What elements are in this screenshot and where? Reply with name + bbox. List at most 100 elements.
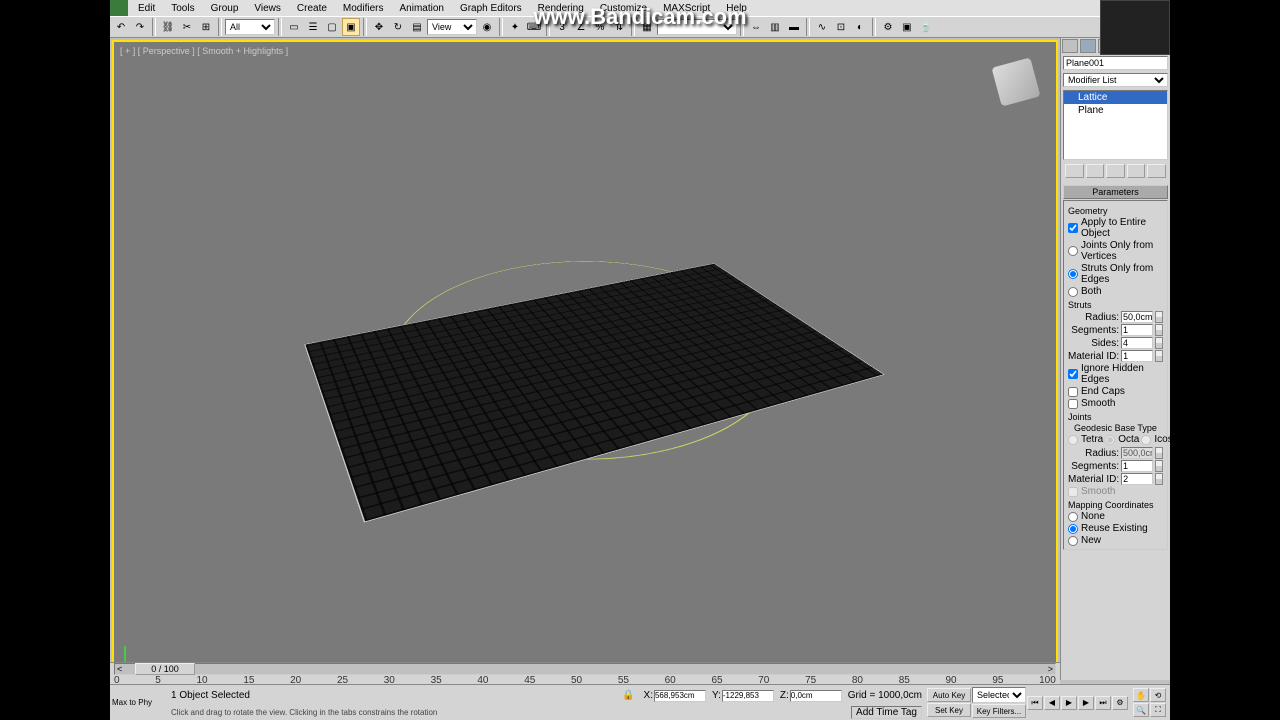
select-region-button[interactable]: ▢	[323, 18, 341, 36]
slider-right-arrow[interactable]: >	[1048, 664, 1053, 674]
schematic-button[interactable]: ⊡	[832, 18, 850, 36]
end-caps-checkbox[interactable]	[1068, 387, 1078, 397]
align-button[interactable]: ▥	[766, 18, 784, 36]
arc-rotate-button[interactable]: ⟲	[1150, 688, 1166, 702]
selection-filter[interactable]: All	[225, 19, 275, 35]
unlink-button[interactable]: ✂	[178, 18, 196, 36]
pivot-button[interactable]: ◉	[478, 18, 496, 36]
ignore-hidden-checkbox[interactable]	[1068, 369, 1078, 379]
maximize-viewport-button[interactable]: ⛶	[1150, 703, 1166, 717]
spinner-snap-button[interactable]: ⇅	[610, 18, 628, 36]
struts-radius-field[interactable]	[1121, 311, 1153, 323]
time-slider-track[interactable]: < 0 / 100 >	[114, 663, 1056, 675]
menu-tools[interactable]: Tools	[163, 3, 202, 14]
menu-customize[interactable]: Customize	[592, 3, 655, 14]
zoom-button[interactable]: 🔍	[1133, 703, 1149, 717]
move-button[interactable]: ✥	[370, 18, 388, 36]
ref-coord-system[interactable]: View	[427, 19, 477, 35]
keymode-select[interactable]: Selected	[972, 687, 1026, 703]
object-name-field[interactable]	[1063, 56, 1168, 70]
window-crossing-button[interactable]: ▣	[342, 18, 360, 36]
struts-matid-spinner[interactable]	[1155, 350, 1163, 362]
smooth-checkbox[interactable]	[1068, 399, 1078, 409]
struts-sides-field[interactable]	[1121, 337, 1153, 349]
layers-button[interactable]: ▬	[785, 18, 803, 36]
menu-graph-editors[interactable]: Graph Editors	[452, 3, 530, 14]
map-none-radio[interactable]	[1068, 512, 1078, 522]
time-config-button[interactable]: ⚙	[1112, 696, 1128, 710]
app-logo[interactable]	[110, 0, 128, 16]
pan-view-button[interactable]: ✋	[1133, 688, 1149, 702]
select-button[interactable]: ▭	[285, 18, 303, 36]
render-button[interactable]: 🍵	[917, 18, 935, 36]
play-button[interactable]: ▶	[1061, 696, 1077, 710]
create-tab[interactable]	[1062, 39, 1078, 53]
mirror-button[interactable]: ⇔	[747, 18, 765, 36]
pin-stack-button[interactable]	[1065, 164, 1084, 178]
menu-create[interactable]: Create	[289, 3, 335, 14]
material-editor-button[interactable]: ◐	[851, 18, 869, 36]
configure-sets-button[interactable]	[1147, 164, 1166, 178]
keyfilters-button[interactable]: Key Filters...	[972, 704, 1026, 718]
redo-button[interactable]: ↷	[131, 18, 149, 36]
setkey-button[interactable]: Set Key	[927, 703, 971, 717]
coord-z-field[interactable]	[790, 690, 842, 702]
map-new-radio[interactable]	[1068, 536, 1078, 546]
keyboard-shortcut-button[interactable]: ⌨	[525, 18, 543, 36]
undo-button[interactable]: ↶	[112, 18, 130, 36]
percent-snap-button[interactable]: %	[591, 18, 609, 36]
both-radio[interactable]	[1068, 287, 1078, 297]
struts-sides-spinner[interactable]	[1155, 337, 1163, 349]
joints-matid-field[interactable]	[1121, 473, 1153, 485]
curve-editor-button[interactable]: ∿	[813, 18, 831, 36]
manipulate-button[interactable]: ✦	[506, 18, 524, 36]
slider-left-arrow[interactable]: <	[117, 664, 122, 674]
lock-selection-icon[interactable]: 🔒	[620, 687, 638, 705]
named-selection-button[interactable]: ▦	[638, 18, 656, 36]
struts-segments-spinner[interactable]	[1155, 324, 1163, 336]
struts-segments-field[interactable]	[1121, 324, 1153, 336]
struts-matid-field[interactable]	[1121, 350, 1153, 362]
menu-modifiers[interactable]: Modifiers	[335, 3, 392, 14]
modifier-plane[interactable]: Plane	[1064, 104, 1167, 117]
map-reuse-radio[interactable]	[1068, 524, 1078, 534]
time-slider-thumb[interactable]: 0 / 100	[135, 663, 195, 675]
menu-views[interactable]: Views	[246, 3, 289, 14]
menu-rendering[interactable]: Rendering	[530, 3, 592, 14]
goto-start-button[interactable]: ⏮	[1027, 696, 1043, 710]
joints-only-radio[interactable]	[1068, 246, 1078, 256]
time-tag-button[interactable]: Add Time Tag	[851, 706, 922, 719]
viewcube[interactable]	[992, 58, 1041, 107]
render-setup-button[interactable]: ⚙	[879, 18, 897, 36]
joints-matid-spinner[interactable]	[1155, 473, 1163, 485]
link-button[interactable]: ⛓	[159, 18, 177, 36]
joints-segments-spinner[interactable]	[1155, 460, 1163, 472]
prev-frame-button[interactable]: ◀	[1044, 696, 1060, 710]
modifier-lattice[interactable]: Lattice	[1064, 91, 1167, 104]
joints-segments-field[interactable]	[1121, 460, 1153, 472]
show-result-button[interactable]	[1086, 164, 1105, 178]
select-name-button[interactable]: ☰	[304, 18, 322, 36]
apply-entire-checkbox[interactable]	[1068, 223, 1078, 233]
autokey-button[interactable]: Auto Key	[927, 688, 971, 702]
bind-button[interactable]: ⊞	[197, 18, 215, 36]
menu-help[interactable]: Help	[718, 3, 755, 14]
angle-snap-button[interactable]: ∠	[572, 18, 590, 36]
modify-tab[interactable]	[1080, 39, 1096, 53]
rotate-button[interactable]: ↻	[389, 18, 407, 36]
menu-group[interactable]: Group	[203, 3, 247, 14]
goto-end-button[interactable]: ⏭	[1095, 696, 1111, 710]
remove-modifier-button[interactable]	[1127, 164, 1146, 178]
perspective-viewport[interactable]: [ + ] [ Perspective ] [ Smooth + Highlig…	[112, 40, 1058, 678]
viewport-label[interactable]: [ + ] [ Perspective ] [ Smooth + Highlig…	[120, 46, 288, 56]
scale-button[interactable]: ▤	[408, 18, 426, 36]
menu-edit[interactable]: Edit	[130, 3, 163, 14]
menu-animation[interactable]: Animation	[391, 3, 451, 14]
modifier-stack[interactable]: Lattice Plane	[1063, 90, 1168, 160]
maxscript-listener[interactable]: Max to Phy	[110, 696, 170, 709]
struts-radius-spinner[interactable]	[1155, 311, 1163, 323]
make-unique-button[interactable]	[1106, 164, 1125, 178]
named-selection-set[interactable]	[657, 19, 737, 35]
menu-maxscript[interactable]: MAXScript	[655, 3, 718, 14]
snap-button[interactable]: 3	[553, 18, 571, 36]
